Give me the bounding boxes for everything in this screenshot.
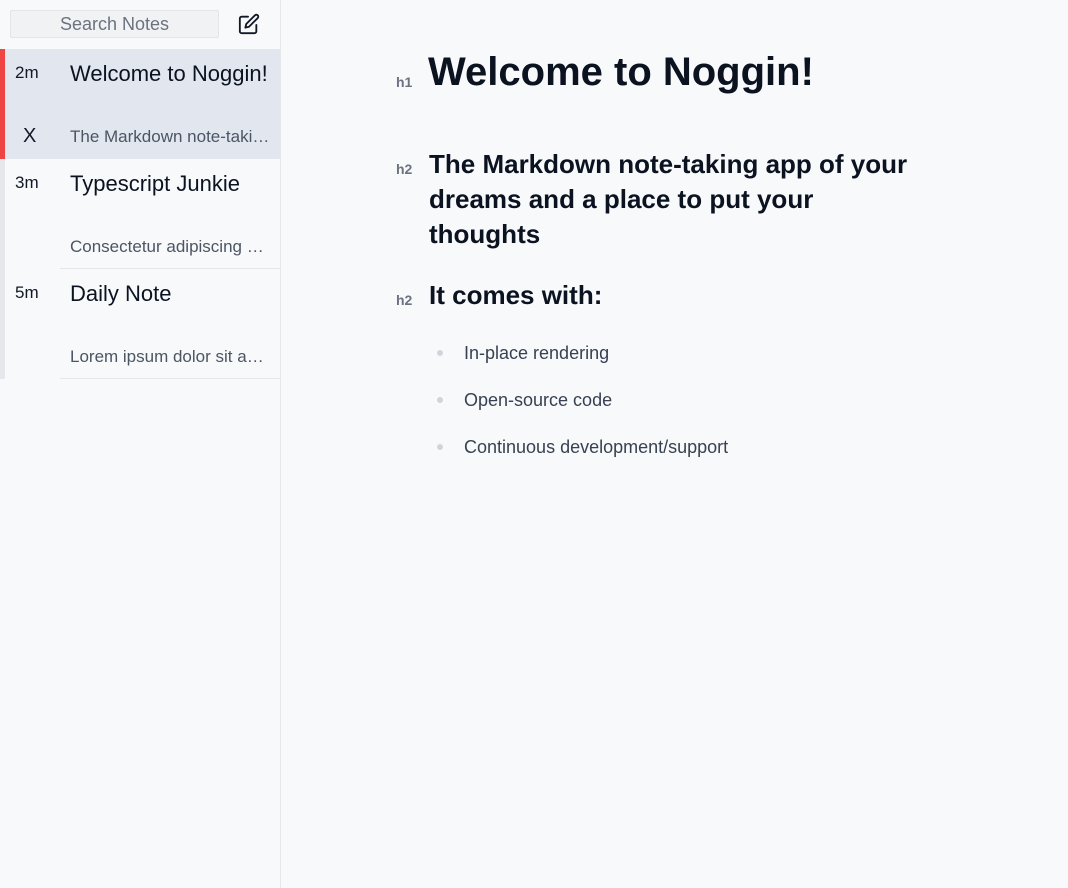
feature-list: In-place rendering Open-source code Cont… [437,337,728,478]
list-item-text: Open-source code [464,390,613,410]
note-item-typescript[interactable]: 3m Typescript Junkie Consectetur adipisc… [0,159,280,269]
note-indicator [0,269,5,379]
note-title: Daily Note [70,281,172,306]
note-divider [60,378,280,379]
heading-level-marker: h2 [396,161,413,177]
list-item-text: In-place rendering [464,343,610,363]
active-note-indicator [0,49,5,159]
edit-icon [238,13,260,35]
note-preview: Lorem ipsum dolor sit amet, consectetur [70,347,273,366]
heading-1: Welcome to Noggin! [428,50,814,94]
note-time: 3m [15,173,39,192]
note-title: Welcome to Noggin! [70,61,268,86]
heading-level-marker: h1 [396,74,413,90]
note-preview: Consectetur adipiscing elit, sed do eius… [70,237,273,256]
note-item-welcome[interactable]: 2m Welcome to Noggin! X The Markdown not… [0,49,280,159]
list-item: In-place rendering [437,337,728,384]
note-preview: The Markdown note-taking app of your dre… [70,127,273,146]
list-item-text: Continuous development/support [464,437,729,457]
bullet-dot [437,350,443,356]
list-item: Open-source code [437,384,728,431]
note-title: Typescript Junkie [70,171,240,196]
app-window: 2m Welcome to Noggin! X The Markdown not… [0,0,1068,888]
markdown-editor[interactable]: h1 Welcome to Noggin! h2 The Markdown no… [281,0,1068,888]
sidebar: 2m Welcome to Noggin! X The Markdown not… [0,0,281,888]
note-item-daily[interactable]: 5m Daily Note Lorem ipsum dolor sit amet… [0,269,280,379]
delete-note-button[interactable]: X [23,125,36,148]
note-time: 5m [15,283,39,302]
heading-2-intro: The Markdown note-taking app of your dre… [429,149,908,249]
new-note-button[interactable] [236,11,262,37]
list-item: Continuous development/support [437,431,728,478]
heading-level-marker: h2 [396,292,413,308]
note-time: 2m [15,63,39,82]
bullet-dot [437,444,443,450]
heading-2-features: It comes with: [429,280,603,310]
bullet-dot [437,397,443,403]
note-indicator [0,159,5,269]
note-list: 2m Welcome to Noggin! X The Markdown not… [0,49,280,379]
search-input[interactable] [10,10,219,38]
